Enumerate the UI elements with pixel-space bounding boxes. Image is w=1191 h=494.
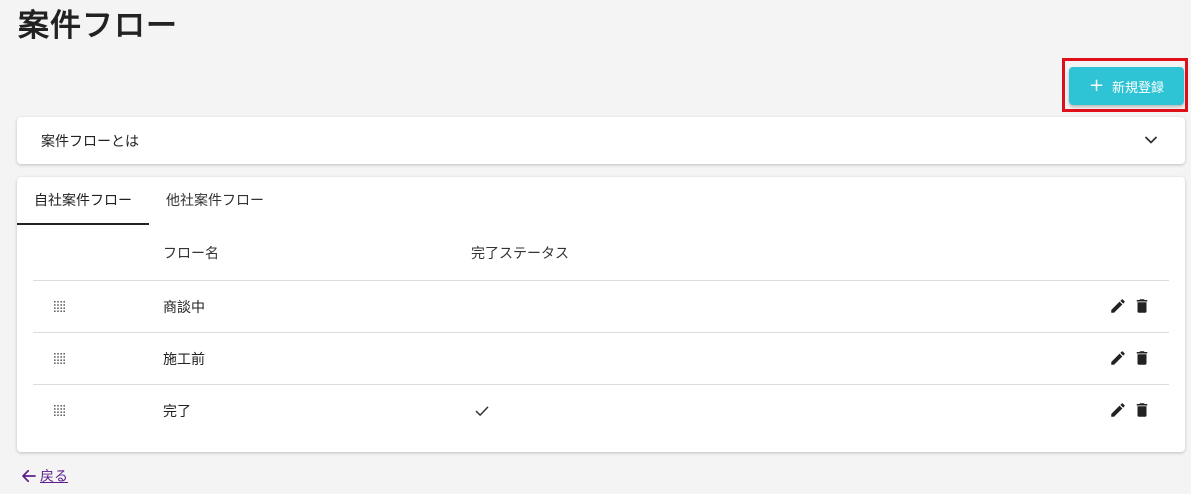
tab-own-flow[interactable]: 自社案件フロー	[17, 177, 149, 225]
row-actions	[1109, 297, 1151, 315]
flow-table: フロー名 完了ステータス 商談中 施工前 完了	[33, 229, 1169, 436]
pencil-icon[interactable]	[1109, 401, 1127, 419]
trash-icon[interactable]	[1133, 401, 1151, 419]
table-row: 施工前	[33, 333, 1169, 385]
header-flow-name: フロー名	[163, 246, 219, 262]
accordion-title: 案件フローとは	[41, 133, 139, 150]
table-row: 商談中	[33, 281, 1169, 333]
row-actions	[1109, 401, 1151, 419]
trash-icon[interactable]	[1133, 349, 1151, 367]
drag-handle-icon[interactable]	[53, 404, 65, 416]
arrow-left-icon	[22, 469, 36, 483]
new-register-label: 新規登録	[1112, 80, 1165, 96]
table-row: 完了	[33, 385, 1169, 436]
row-flow-name: 施工前	[163, 352, 205, 368]
flow-card: 自社案件フロー 他社案件フロー フロー名 完了ステータス 商談中 施工前 完了	[17, 177, 1185, 452]
check-icon	[475, 406, 489, 416]
back-link[interactable]: 戻る	[20, 466, 68, 486]
row-flow-name: 商談中	[163, 300, 205, 316]
page-title: 案件フロー	[18, 8, 178, 44]
back-label: 戻る	[40, 469, 68, 485]
row-actions	[1109, 349, 1151, 367]
table-header: フロー名 完了ステータス	[33, 229, 1169, 281]
drag-handle-icon[interactable]	[53, 300, 65, 312]
chevron-down-icon[interactable]	[1143, 132, 1159, 148]
pencil-icon[interactable]	[1109, 349, 1127, 367]
pencil-icon[interactable]	[1109, 297, 1127, 315]
about-flow-accordion[interactable]: 案件フローとは	[17, 117, 1185, 164]
header-complete-status: 完了ステータス	[471, 246, 569, 262]
row-flow-name: 完了	[163, 404, 191, 420]
plus-icon: +	[1088, 75, 1105, 96]
new-register-button[interactable]: + 新規登録	[1069, 67, 1184, 105]
drag-handle-icon[interactable]	[53, 352, 65, 364]
flow-tabs: 自社案件フロー 他社案件フロー	[17, 177, 281, 225]
trash-icon[interactable]	[1133, 297, 1151, 315]
tab-other-flow[interactable]: 他社案件フロー	[149, 177, 281, 225]
